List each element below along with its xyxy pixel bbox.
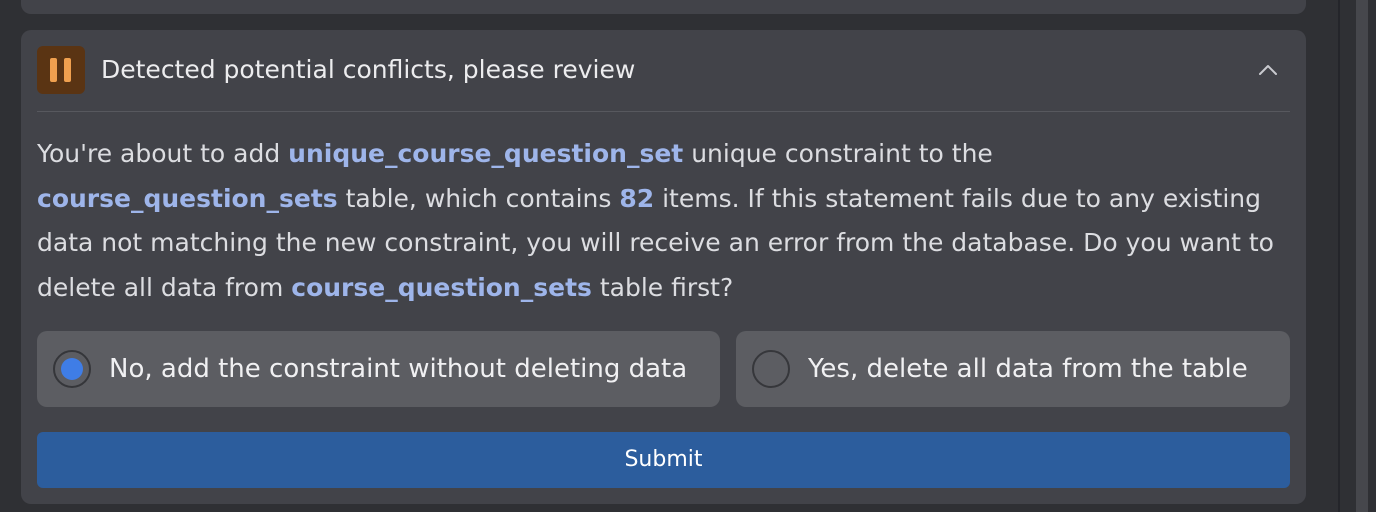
option-label: Yes, delete all data from the table <box>808 354 1248 384</box>
table-name: course_question_sets <box>291 273 592 303</box>
message-text: unique constraint to the <box>683 139 993 168</box>
scrollbar-track[interactable] <box>1338 0 1340 512</box>
message-text: You're about to add <box>37 139 289 168</box>
radio-button-selected[interactable] <box>53 350 91 388</box>
conflict-review-panel: Detected potential conflicts, please rev… <box>21 30 1306 504</box>
previous-card <box>21 0 1306 14</box>
message-text: table, which contains <box>337 183 620 213</box>
constraint-name: unique_course_question_set <box>288 139 684 168</box>
pause-icon <box>37 46 85 94</box>
submit-button[interactable]: Submit <box>37 432 1290 488</box>
panel-header[interactable]: Detected potential conflicts, please rev… <box>37 46 1290 112</box>
option-delete-data[interactable]: Yes, delete all data from the table <box>736 331 1290 407</box>
conflict-message: You're about to add unique_course_questi… <box>37 132 1297 311</box>
option-keep-data[interactable]: No, add the constraint without deleting … <box>37 331 720 407</box>
message-text: table first? <box>591 273 734 303</box>
panel-title: Detected potential conflicts, please rev… <box>101 55 636 84</box>
table-name: course_question_sets <box>37 183 338 213</box>
option-label: No, add the constraint without deleting … <box>109 354 688 384</box>
item-count: 82 <box>619 183 655 213</box>
scrollbar[interactable] <box>1356 0 1368 512</box>
radio-button[interactable] <box>752 350 790 388</box>
chevron-up-icon[interactable] <box>1256 58 1280 82</box>
